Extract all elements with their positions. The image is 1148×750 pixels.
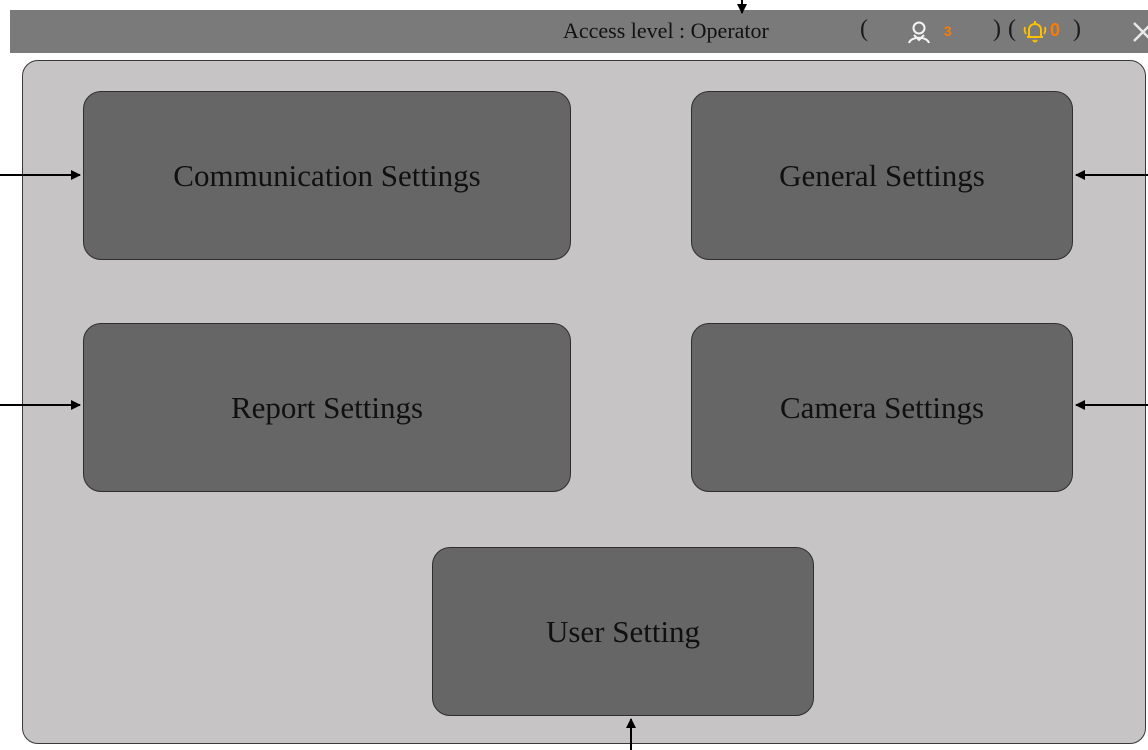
alarm-bell-icon[interactable] bbox=[1022, 19, 1048, 45]
close-icon[interactable] bbox=[1128, 17, 1148, 47]
user-icon bbox=[908, 21, 930, 44]
communication-settings-button[interactable]: Communication Settings bbox=[83, 91, 571, 260]
paren-open: ( bbox=[860, 16, 868, 42]
paren-close: ) bbox=[993, 16, 1001, 42]
settings-screen: Access level : Operator ( 3 ) ( 0 ) Comm… bbox=[0, 0, 1148, 750]
paren-open: ( bbox=[1008, 16, 1016, 42]
general-settings-button[interactable]: General Settings bbox=[691, 91, 1073, 260]
top-status-bar: Access level : Operator ( 3 ) ( 0 ) bbox=[10, 10, 1148, 53]
camera-settings-button[interactable]: Camera Settings bbox=[691, 323, 1073, 492]
alarm-count-badge: 0 bbox=[1050, 20, 1061, 40]
report-settings-button[interactable]: Report Settings bbox=[83, 323, 571, 492]
access-level-label: Access level : Operator bbox=[563, 18, 769, 43]
user-setting-button[interactable]: User Setting bbox=[432, 547, 814, 716]
user-count-badge: 3 bbox=[944, 23, 952, 39]
paren-close: ) bbox=[1073, 16, 1081, 42]
